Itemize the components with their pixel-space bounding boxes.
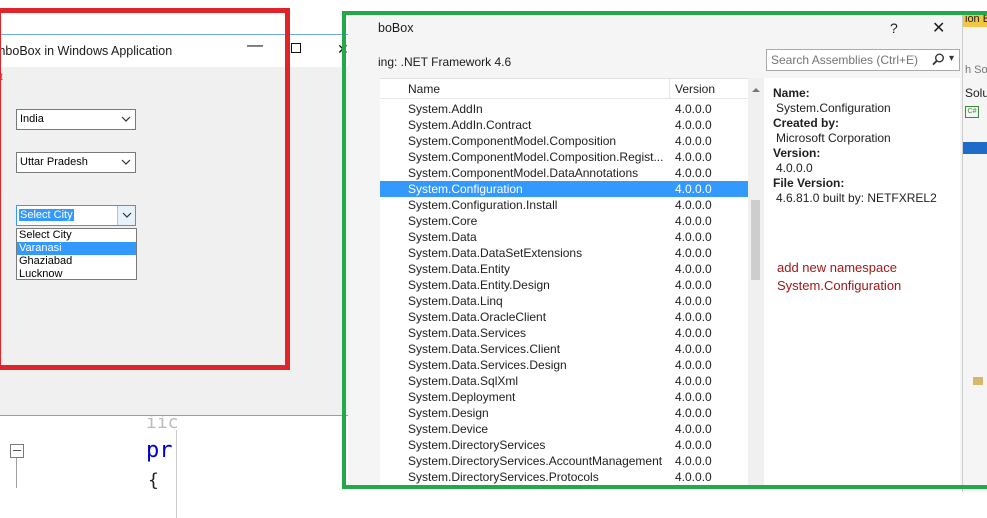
background-code-editor: iic pr { xyxy=(0,400,380,518)
collapse-toggle-icon[interactable] xyxy=(10,444,24,458)
gutter-line xyxy=(16,458,17,488)
code-fragment-brace: { xyxy=(148,470,159,491)
code-fragment-keyword: pr xyxy=(146,438,173,463)
maximize-button[interactable] xyxy=(291,43,301,53)
editor-divider xyxy=(176,430,177,518)
green-highlight-box xyxy=(342,11,987,489)
red-highlight-box xyxy=(0,8,290,370)
